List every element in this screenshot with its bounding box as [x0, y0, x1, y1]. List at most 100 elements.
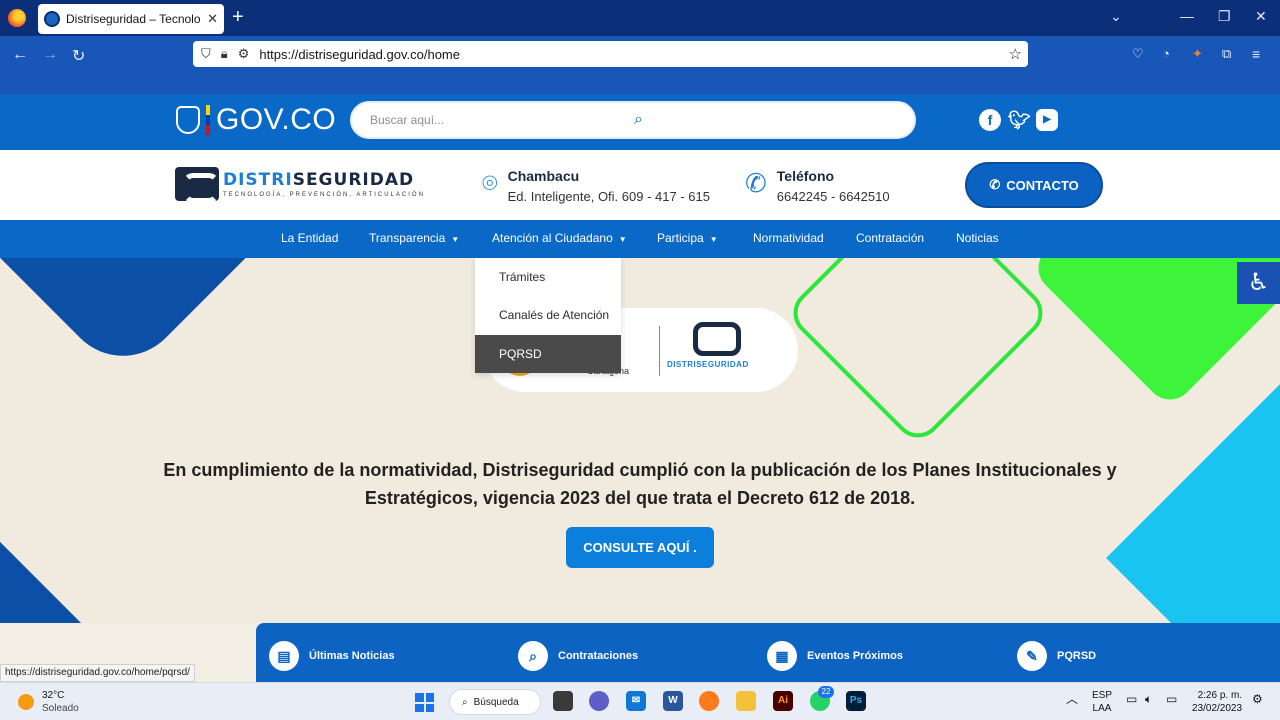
quick-links-strip: ▤ Últimas Noticias ⌕ Contrataciones ▦ Ev… [256, 623, 1280, 683]
flag-stripe-icon [206, 105, 210, 135]
menu-item-label: Noticias [956, 231, 999, 245]
word-icon[interactable]: W [663, 691, 683, 711]
clock-time: 2:26 p. m. [1197, 690, 1243, 701]
link-status-url: https://distriseguridad.gov.co/home/pqrs… [0, 664, 195, 682]
forward-icon[interactable]: → [42, 46, 58, 64]
chat-icon[interactable] [589, 691, 609, 711]
photoshop-icon[interactable]: Ps [846, 691, 866, 711]
clock-date: 23/02/2023 [1192, 703, 1243, 714]
menu-icon[interactable]: ≡ [1252, 46, 1260, 62]
browser-tab-bar: Distriseguridad – Tecnología | P ✕ + ⌄ —… [0, 0, 1280, 36]
illustrator-icon[interactable]: Ai [773, 691, 793, 711]
menu-item-contratacion[interactable]: Contratación [856, 231, 924, 245]
youtube-icon[interactable]: ▶ [1036, 109, 1058, 131]
notification-icon[interactable]: ⚙ [1252, 693, 1263, 706]
facebook-icon[interactable]: f [979, 109, 1001, 131]
taskbar-search[interactable]: ⌕ Búsqueda [449, 689, 541, 715]
search-icon[interactable]: ⌕ [634, 111, 898, 129]
decor-shape [0, 526, 92, 623]
main-menu: La Entidad Transparencia ▼ Atención al Ci… [0, 220, 1280, 258]
menu-item-label: Transparencia [369, 231, 446, 245]
chevron-up-icon[interactable]: ︿ [1066, 693, 1078, 706]
metamask-icon[interactable]: ✦ [1192, 46, 1203, 62]
browser-tab[interactable]: Distriseguridad – Tecnología | P ✕ [38, 4, 224, 34]
site-favicon-icon [44, 11, 60, 27]
back-icon[interactable]: ← [12, 46, 28, 64]
windows-start-icon[interactable] [415, 693, 434, 712]
close-tab-icon[interactable]: ✕ [207, 11, 218, 27]
menu-item-label: Contratación [856, 231, 925, 245]
url-text[interactable]: https://distriseguridad.gov.co/home [259, 47, 998, 62]
consult-button[interactable]: CONSULTE AQUÍ . [566, 527, 714, 568]
accessibility-icon[interactable]: ♿︎ [1237, 262, 1280, 304]
permissions-icon[interactable]: ⚙ [238, 46, 250, 62]
bookmark-star-icon[interactable]: ☆ [1009, 45, 1022, 63]
task-view-icon[interactable] [553, 691, 573, 711]
dropdown-item-pqrsd[interactable]: PQRSD [475, 335, 621, 373]
distriseguridad-logo[interactable]: DISTRISEGURIDAD TECNOLOGÍA, PREVENCIÓN, … [175, 167, 425, 203]
volume-icon[interactable]: 🔈︎ [1145, 693, 1152, 706]
window-close-icon[interactable]: ✕ [1255, 8, 1267, 25]
language-line: ESP [1092, 690, 1113, 701]
address-bar[interactable]: ⛉ 🔒︎ ⚙ https://distriseguridad.gov.co/ho… [193, 41, 1028, 67]
taskbar: 32°C Soleado ⌕ Búsqueda ✉ W Ai Ps ︿ ESP … [0, 682, 1280, 720]
menu-item-participa[interactable]: Participa ▼ [657, 231, 718, 245]
decor-shape [1106, 374, 1280, 623]
extension-clock-icon[interactable]: ◔ [1162, 46, 1170, 61]
weather-widget[interactable]: 32°C Soleado [18, 689, 79, 715]
pqrsd-icon: ✎ [1017, 641, 1047, 671]
decor-shape [0, 258, 293, 381]
menu-item-transparencia[interactable]: Transparencia ▼ [369, 231, 459, 245]
distriseguridad-mark-icon [693, 322, 741, 356]
language-indicator[interactable]: ESP LAA [1092, 689, 1112, 715]
atencion-dropdown: Trámites Canalés de Atención PQRSD [475, 258, 621, 373]
contact-label: CONTACTO [1006, 177, 1079, 193]
phone-info: ✆ Teléfono 6642245 - 6642510 [745, 168, 890, 204]
mail-icon[interactable]: ✉ [626, 691, 646, 711]
maximize-icon[interactable]: ❐ [1218, 8, 1231, 25]
file-explorer-icon[interactable] [736, 691, 756, 711]
hero-headline: En cumplimiento de la normatividad, Dist… [163, 460, 1117, 508]
quick-link-pqrsd[interactable]: ✎ PQRSD [1017, 641, 1096, 671]
system-clock[interactable]: 2:26 p. m. 23/02/2023 [1192, 689, 1242, 715]
tab-list-icon[interactable]: ⌄ [1110, 8, 1122, 25]
pocket-icon[interactable]: ♡ [1132, 46, 1144, 62]
gov-logo[interactable]: GOV.CO [176, 103, 336, 137]
gov-bar: GOV.CO Buscar aquí... ⌕ f 🐦︎ ▶ [0, 94, 1280, 150]
menu-item-noticias[interactable]: Noticias [956, 231, 999, 245]
firefox-logo-icon [8, 9, 26, 27]
reload-icon[interactable]: ↻ [72, 46, 85, 66]
brand-prefix: DISTRI [223, 170, 293, 190]
extensions-icon[interactable]: ⧉ [1222, 46, 1231, 62]
quick-link-noticias[interactable]: ▤ Últimas Noticias [269, 641, 395, 671]
twitter-icon[interactable]: 🐦︎ [1008, 109, 1031, 131]
bubble-brand: DISTRISEGURIDAD [667, 360, 749, 369]
dropdown-item-tramites[interactable]: Trámites [475, 258, 621, 296]
menu-item-label: Atención al Ciudadano [492, 231, 613, 245]
battery-icon[interactable]: ▭ [1166, 693, 1177, 706]
temperature: 32°C [42, 690, 65, 701]
dropdown-item-canales[interactable]: Canalés de Atención [475, 296, 621, 334]
location-title: Chambacu [507, 168, 580, 184]
network-icon[interactable]: ▭ [1126, 693, 1137, 706]
logo-divider [659, 326, 660, 376]
site-header: DISTRISEGURIDAD TECNOLOGÍA, PREVENCIÓN, … [0, 150, 1280, 220]
shield-icon[interactable]: ⛉ [201, 46, 211, 62]
menu-item-la-entidad[interactable]: La Entidad [281, 231, 338, 245]
firefox-taskbar-icon[interactable] [699, 691, 719, 711]
site-search-input[interactable]: Buscar aquí... ⌕ [350, 101, 916, 139]
caret-down-icon: ▼ [451, 235, 460, 244]
minimize-icon[interactable]: — [1180, 8, 1194, 24]
menu-item-label: Normatividad [753, 231, 824, 245]
quick-link-contrataciones[interactable]: ⌕ Contrataciones [518, 641, 638, 671]
new-tab-button[interactable]: + [232, 6, 244, 29]
gov-logo-text: GOV.CO [216, 103, 337, 136]
phone-title: Teléfono [776, 168, 835, 184]
brand-name: DISTRISEGURIDAD [223, 170, 425, 190]
tab-title: Distriseguridad – Tecnología | P [66, 12, 201, 26]
quick-link-eventos[interactable]: ▦ Eventos Próximos [767, 641, 903, 671]
lock-icon[interactable]: 🔒︎ [221, 46, 228, 62]
menu-item-atencion[interactable]: Atención al Ciudadano ▼ [492, 231, 627, 245]
contact-button[interactable]: ✆ CONTACTO [965, 162, 1103, 208]
menu-item-normatividad[interactable]: Normatividad [753, 231, 824, 245]
